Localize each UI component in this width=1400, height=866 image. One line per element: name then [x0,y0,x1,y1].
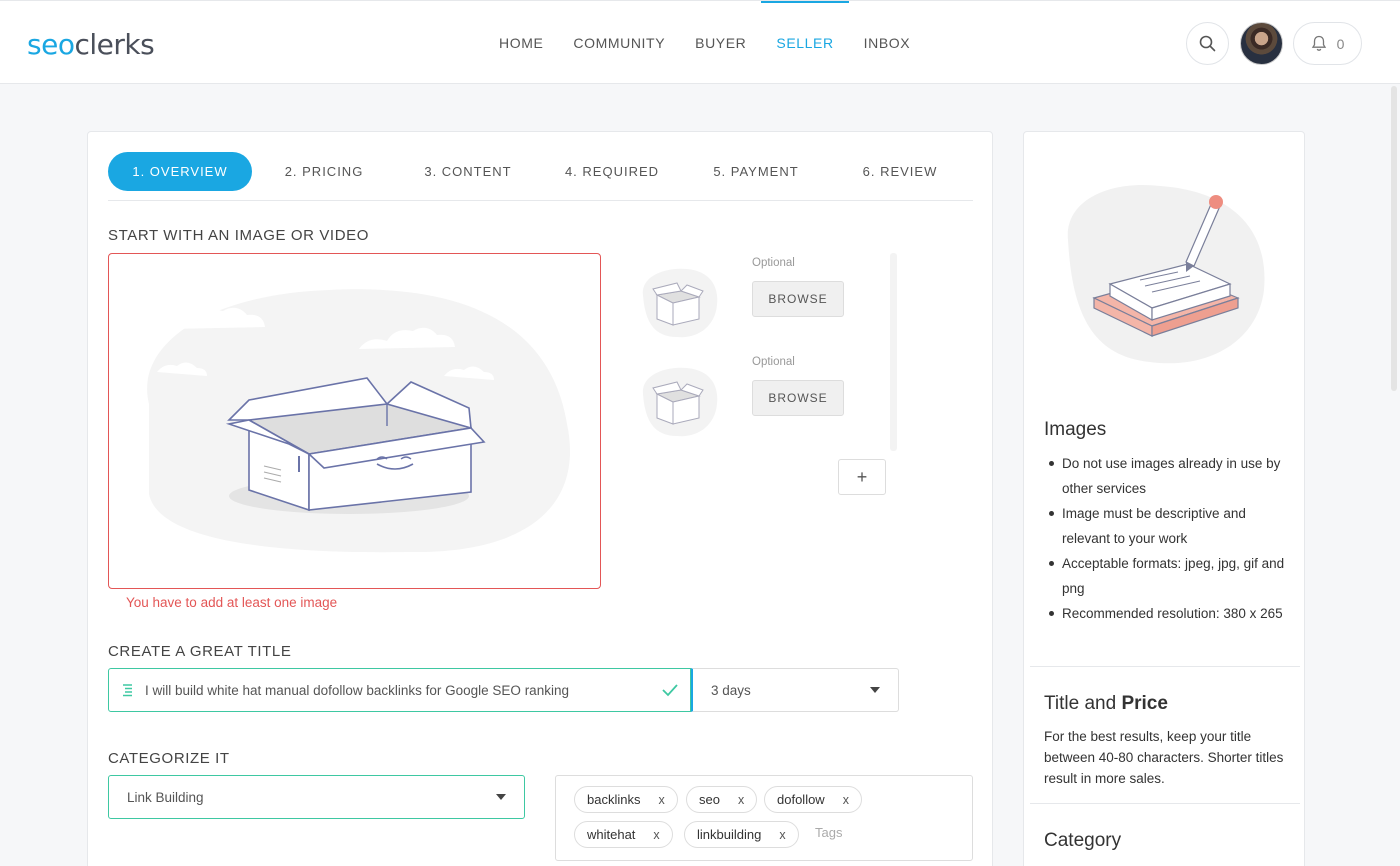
browse-button-1[interactable]: BROWSE [752,281,844,317]
browse-button-2[interactable]: BROWSE [752,380,844,416]
tag-label: backlinks [587,792,641,807]
main-nav: HOME COMMUNITY BUYER SELLER INBOX [484,1,925,85]
box-thumbnail-icon [642,268,718,338]
tag-chip: seo x [686,786,758,813]
bell-icon [1311,35,1326,51]
list-item: Image must be descriptive and relevant t… [1044,501,1289,551]
tag-chip: backlinks x [574,786,678,813]
caret-down-icon [870,687,880,693]
category-select[interactable]: Link Building [108,775,525,819]
images-tips-list: Do not use images already in use by othe… [1044,451,1289,626]
nav-home[interactable]: HOME [484,1,558,85]
logo-part-seo: seo [27,28,75,61]
tab-content[interactable]: 3. CONTENT [396,152,540,191]
caret-down-icon [496,794,506,800]
tag-remove-button[interactable]: x [658,793,664,807]
image-error-message: You have to add at least one image [126,595,338,610]
tab-review[interactable]: 6. REVIEW [828,152,972,191]
logo[interactable]: seoclerks [27,28,155,61]
list-item: Do not use images already in use by othe… [1044,451,1289,501]
title-price-tips-text: For the best results, keep your title be… [1044,729,1284,786]
top-header: seoclerks HOME COMMUNITY BUYER SELLER IN… [0,0,1400,84]
slot-1-optional-label: Optional [752,257,795,269]
book-pencil-illustration [1067,184,1265,364]
tab-required[interactable]: 4. REQUIRED [540,152,684,191]
check-icon [650,683,690,697]
title-price-title-part: Title and [1044,693,1117,714]
logo-part-clerks: clerks [74,28,155,61]
tag-label: dofollow [777,792,825,807]
delivery-time-value: 3 days [711,682,751,698]
page-scrollbar[interactable] [1391,86,1397,391]
step-tabs: 1. OVERVIEW 2. PRICING 3. CONTENT 4. REQ… [108,152,973,201]
delivery-time-select[interactable]: 3 days [691,668,899,712]
tag-chip: linkbuilding x [684,821,799,848]
images-tips-title: Images [1044,419,1107,440]
list-item: Recommended resolution: 380 x 265 [1044,601,1289,626]
tag-remove-button[interactable]: x [653,828,659,842]
nav-inbox[interactable]: INBOX [849,1,926,85]
title-value: I will build white hat manual dofollow b… [145,682,569,698]
title-section-title: CREATE A GREAT TITLE [108,643,292,660]
tag-remove-button[interactable]: x [738,793,744,807]
tab-payment[interactable]: 5. PAYMENT [684,152,828,191]
notification-count: 0 [1336,35,1345,52]
divider [1030,803,1300,804]
list-item: Acceptable formats: jpeg, jpg, gif and p… [1044,551,1289,601]
category-value: Link Building [127,789,204,805]
add-image-slot-button[interactable]: + [838,459,886,495]
slot-2-optional-label: Optional [752,356,795,368]
tab-overview[interactable]: 1. OVERVIEW [108,152,252,191]
extra-image-thumb-1[interactable] [637,265,719,339]
tag-remove-button[interactable]: x [779,828,785,842]
title-price-tips-title: Title and Price [1044,693,1168,715]
tags-placeholder: Tags [815,825,843,840]
slots-scrollbar[interactable] [890,253,897,451]
divider [1030,666,1300,667]
title-field[interactable]: I will build white hat manual dofollow b… [108,668,691,712]
tips-sidebar: Images Do not use images already in use … [1023,131,1305,866]
empty-box-illustration [147,289,571,553]
nav-seller[interactable]: SELLER [761,1,849,85]
extra-image-thumb-2[interactable] [637,364,719,438]
search-button[interactable] [1186,22,1229,65]
media-section-title: START WITH AN IMAGE OR VIDEO [108,227,369,244]
tag-chip: whitehat x [574,821,673,848]
category-section-title: CATEGORIZE IT [108,750,230,767]
main-image-dropzone[interactable] [108,253,601,589]
nav-community[interactable]: COMMUNITY [558,1,680,85]
tag-chip: dofollow x [764,786,862,813]
tag-label: whitehat [587,827,636,842]
tab-pricing[interactable]: 2. PRICING [252,152,396,191]
create-service-card: 1. OVERVIEW 2. PRICING 3. CONTENT 4. REQ… [87,131,993,866]
category-tips-title: Category [1044,830,1122,851]
nav-buyer[interactable]: BUYER [680,1,761,85]
notifications-button[interactable]: 0 [1293,22,1362,65]
tag-label: linkbuilding [697,827,762,842]
tag-label: seo [699,792,720,807]
tags-input[interactable]: backlinks x seo x dofollow x whitehat x link… [555,775,973,861]
text-lines-icon [109,683,145,697]
title-price-title-bold: Price [1121,693,1168,714]
avatar[interactable] [1240,22,1283,65]
search-icon [1199,35,1216,52]
tag-remove-button[interactable]: x [843,793,849,807]
box-thumbnail-icon [642,367,718,437]
